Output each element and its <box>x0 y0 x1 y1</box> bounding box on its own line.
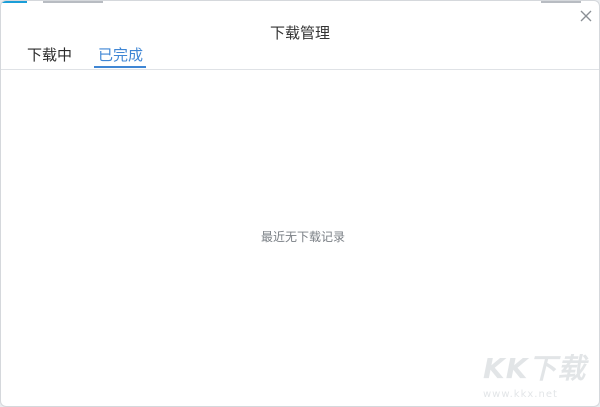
active-tab-indicator <box>94 66 146 68</box>
tab-bar: 下载中 已完成 <box>1 45 599 70</box>
download-manager-dialog: 下载管理 下载中 已完成 最近无下载记录 KK下载 www.kkx.net <box>0 0 600 407</box>
watermark-url: www.kkx.net <box>483 389 558 400</box>
background-fragment <box>541 1 581 3</box>
site-watermark: KK下载 www.kkx.net <box>479 353 599 405</box>
dialog-title: 下载管理 <box>269 24 330 42</box>
empty-state-message: 最近无下载记录 <box>260 230 345 244</box>
background-window-strip <box>1 1 599 5</box>
background-fragment <box>1 1 27 3</box>
watermark-logo: KK下载 <box>483 352 587 385</box>
tab-completed[interactable]: 已完成 <box>98 45 143 68</box>
tab-downloading[interactable]: 下载中 <box>27 45 72 68</box>
background-fragment <box>43 1 103 3</box>
close-icon <box>580 10 592 22</box>
close-button[interactable] <box>577 7 595 25</box>
